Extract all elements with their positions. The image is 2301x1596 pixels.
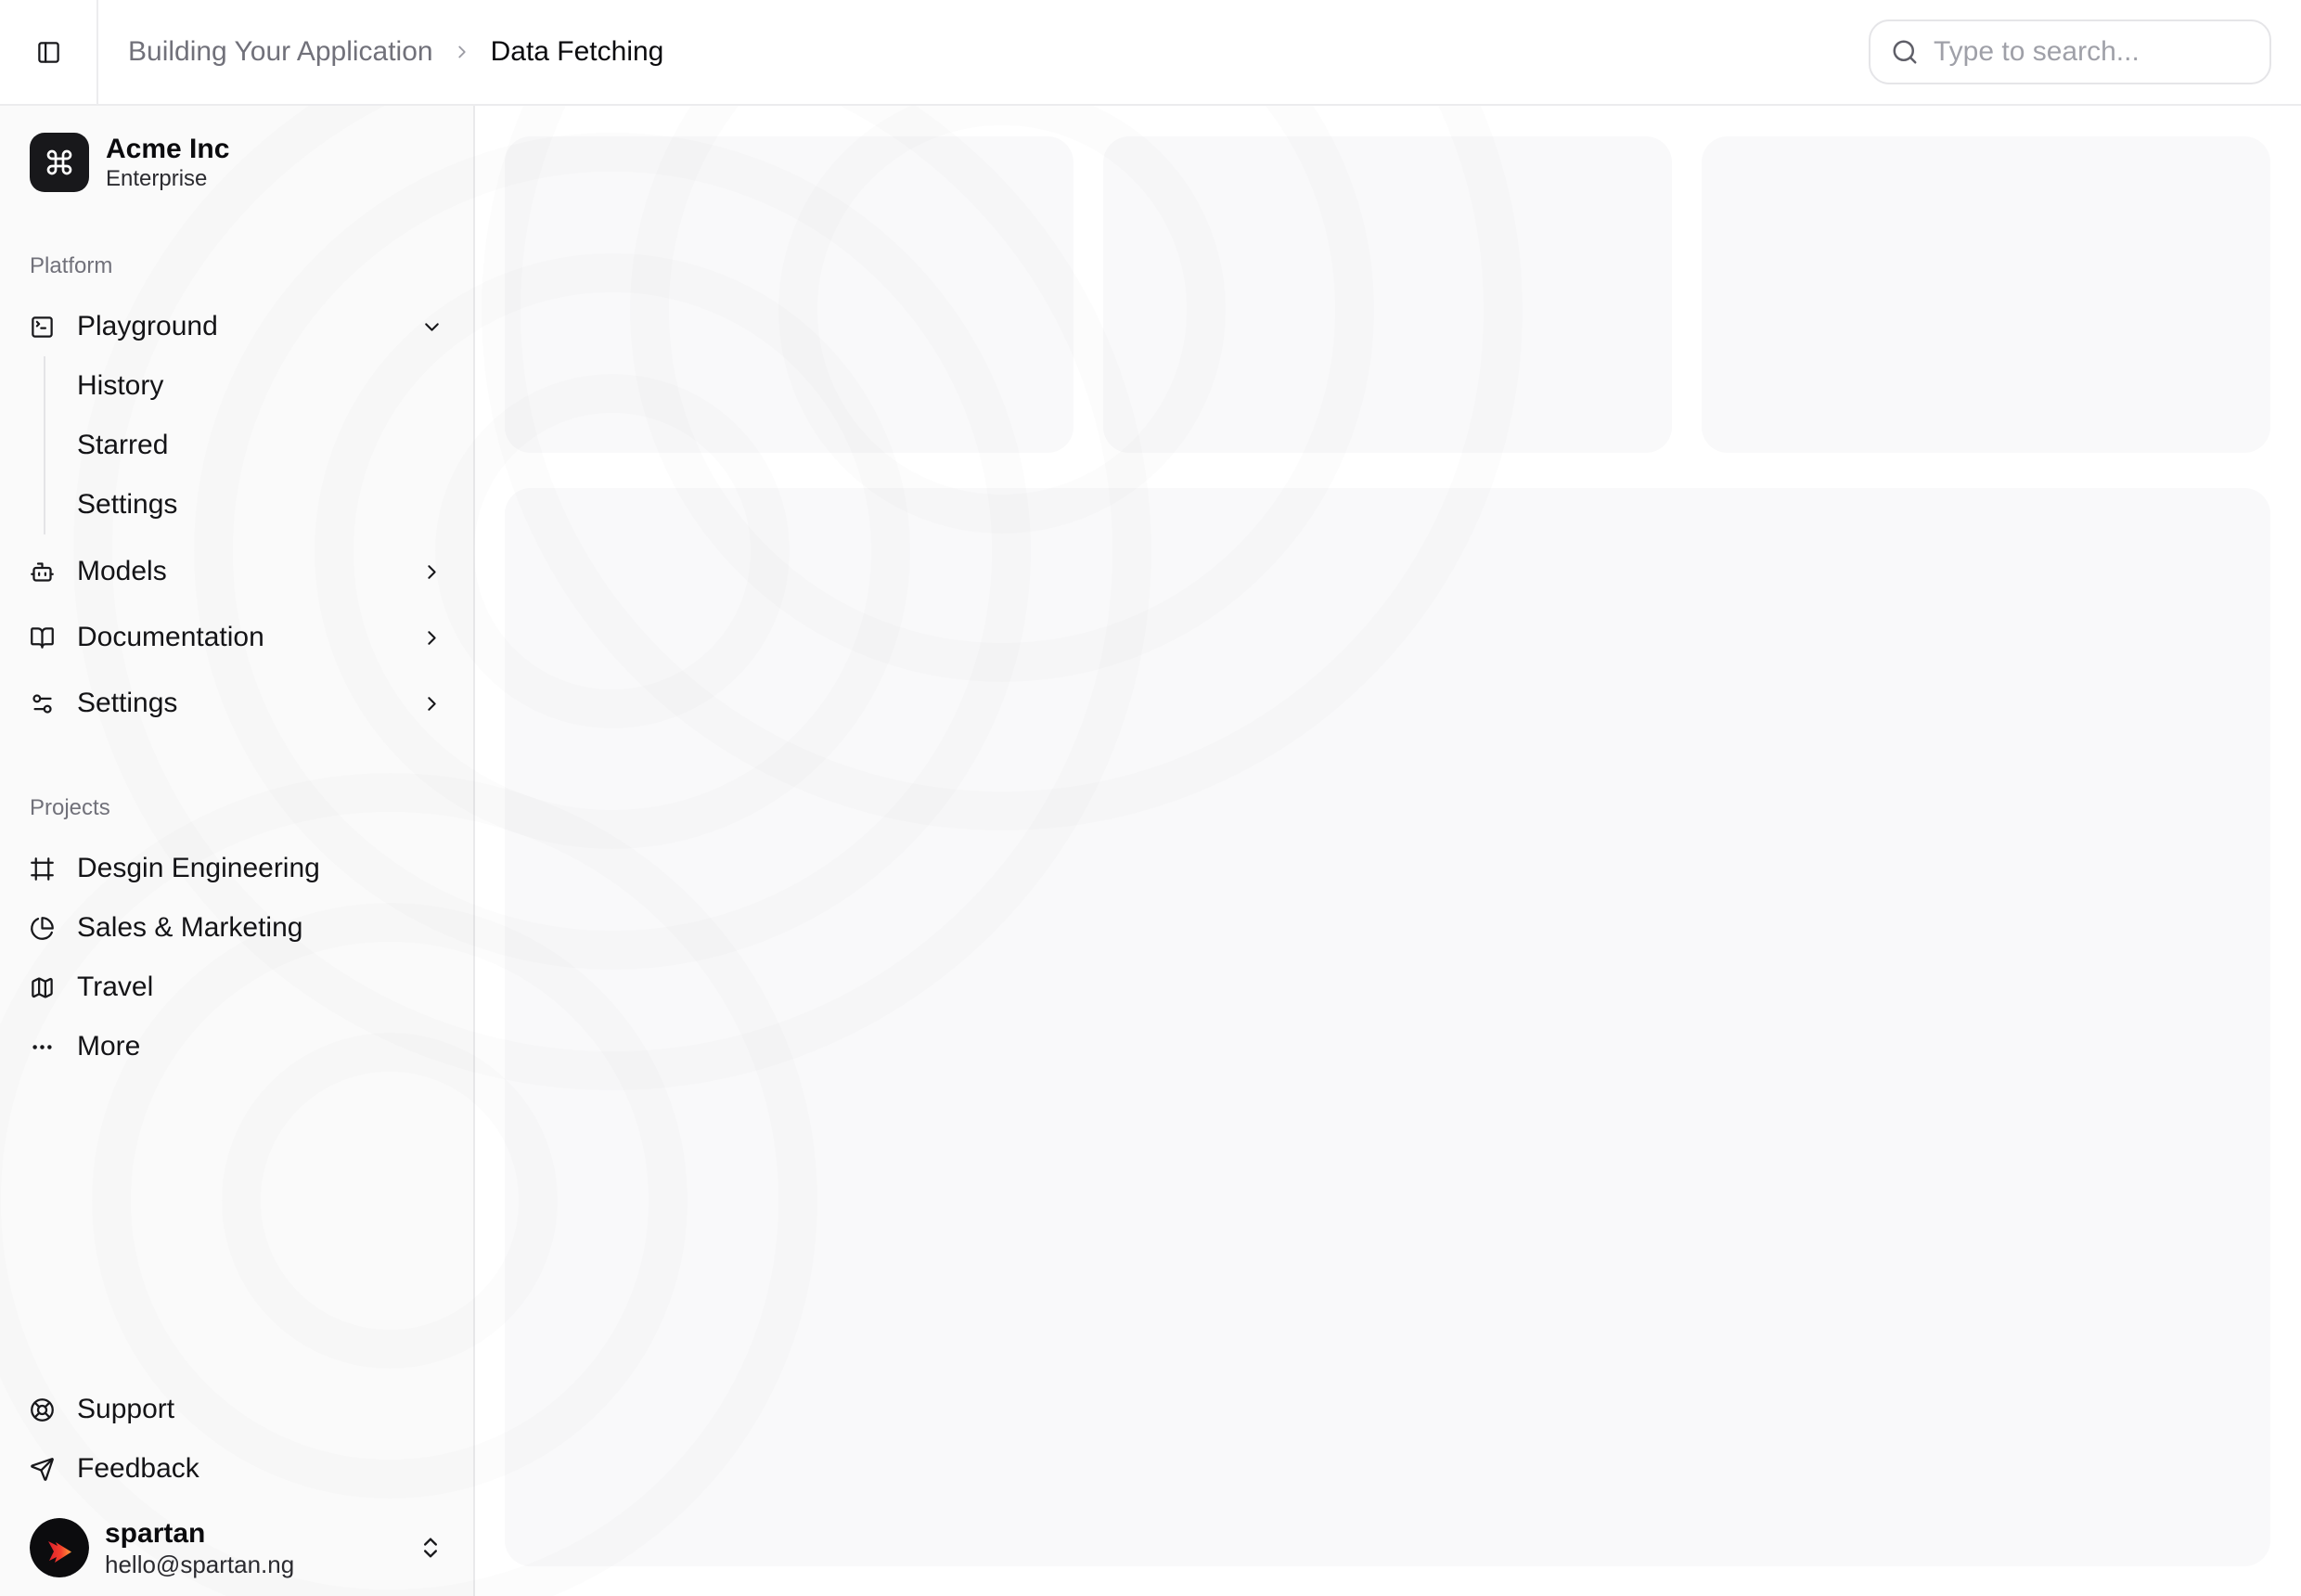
chevron-right-icon (420, 626, 443, 650)
breadcrumb-parent-link[interactable]: Building Your Application (128, 36, 433, 68)
project-item-label: More (77, 1031, 140, 1062)
nav-item-label: Documentation (77, 622, 264, 653)
nav-item-feedback[interactable]: Feedback (15, 1439, 458, 1499)
breadcrumb-separator-icon (452, 42, 472, 62)
placeholder-panel (505, 488, 2270, 1566)
project-item-desgin-engineering[interactable]: Desgin Engineering (15, 839, 458, 898)
nav-subitem-history[interactable]: History (77, 356, 458, 416)
sidebar-toggle-area (0, 0, 98, 104)
sidebar-footer: Support Feedback (15, 1380, 458, 1581)
project-item-label: Sales & Marketing (77, 912, 302, 944)
breadcrumb: Building Your Application Data Fetching (128, 36, 663, 68)
nav-subitem-starred[interactable]: Starred (77, 416, 458, 475)
command-icon (45, 148, 74, 177)
chevron-right-icon (420, 560, 443, 584)
nav-item-support[interactable]: Support (15, 1380, 458, 1439)
app-window: Building Your Application Data Fetching (0, 0, 2301, 1596)
book-open-icon (30, 625, 55, 650)
nav-item-label: Settings (77, 688, 177, 719)
project-item-travel[interactable]: Travel (15, 958, 458, 1017)
life-buoy-icon (30, 1397, 55, 1422)
nav-item-label: Playground (77, 311, 218, 342)
settings-sliders-icon (30, 691, 55, 716)
org-switcher[interactable]: Acme Inc Enterprise (15, 132, 458, 193)
user-email: hello@spartan.ng (105, 1552, 294, 1577)
projects-nav: Desgin Engineering Sales & Marketing Tra… (15, 839, 458, 1076)
org-plan: Enterprise (106, 168, 229, 190)
nav-subitem-settings[interactable]: Settings (77, 475, 458, 534)
nav-item-models[interactable]: Models (15, 542, 458, 601)
nav-item-label: Models (77, 556, 167, 587)
org-logo (30, 133, 89, 192)
playground-submenu: History Starred Settings (44, 356, 458, 534)
placeholder-card-row (505, 136, 2270, 453)
nav-item-label: Support (77, 1394, 174, 1425)
nav-item-label: Feedback (77, 1453, 199, 1485)
main-content (475, 106, 2301, 1596)
placeholder-card (505, 136, 1073, 453)
header: Building Your Application Data Fetching (0, 0, 2301, 106)
frame-icon (30, 856, 55, 882)
project-item-sales-marketing[interactable]: Sales & Marketing (15, 898, 458, 958)
sidebar-group-label-platform: Platform (15, 255, 458, 277)
project-item-label: Desgin Engineering (77, 853, 320, 884)
platform-nav: Playground History Starred Settings Mode… (15, 297, 458, 733)
chevron-down-icon (420, 315, 443, 339)
placeholder-card (1103, 136, 1672, 453)
breadcrumb-current-page: Data Fetching (491, 36, 664, 68)
search-icon (1891, 38, 1919, 66)
sidebar: Acme Inc Enterprise Platform Playground … (0, 106, 475, 1596)
placeholder-card (1702, 136, 2270, 453)
map-icon (30, 975, 55, 1000)
user-menu[interactable]: spartan hello@spartan.ng (15, 1514, 458, 1581)
sidebar-toggle-button[interactable] (22, 26, 74, 78)
chevron-right-icon (420, 692, 443, 715)
content-area: Acme Inc Enterprise Platform Playground … (0, 106, 2301, 1596)
square-terminal-icon (30, 315, 55, 340)
project-item-more[interactable]: More (15, 1017, 458, 1076)
search-box[interactable] (1869, 19, 2271, 84)
send-icon (30, 1457, 55, 1482)
org-name: Acme Inc (106, 135, 229, 163)
user-name: spartan (105, 1520, 294, 1548)
ellipsis-icon (30, 1035, 55, 1060)
search-input[interactable] (1934, 36, 2249, 68)
bot-icon (30, 560, 55, 585)
nav-item-documentation[interactable]: Documentation (15, 608, 458, 667)
chevrons-up-down-icon (418, 1535, 443, 1561)
panel-left-icon (36, 40, 61, 65)
pie-chart-icon (30, 916, 55, 941)
sidebar-group-label-projects: Projects (15, 797, 458, 819)
project-item-label: Travel (77, 972, 153, 1003)
avatar (30, 1518, 89, 1577)
nav-item-settings[interactable]: Settings (15, 674, 458, 733)
nav-item-playground[interactable]: Playground (15, 297, 458, 356)
